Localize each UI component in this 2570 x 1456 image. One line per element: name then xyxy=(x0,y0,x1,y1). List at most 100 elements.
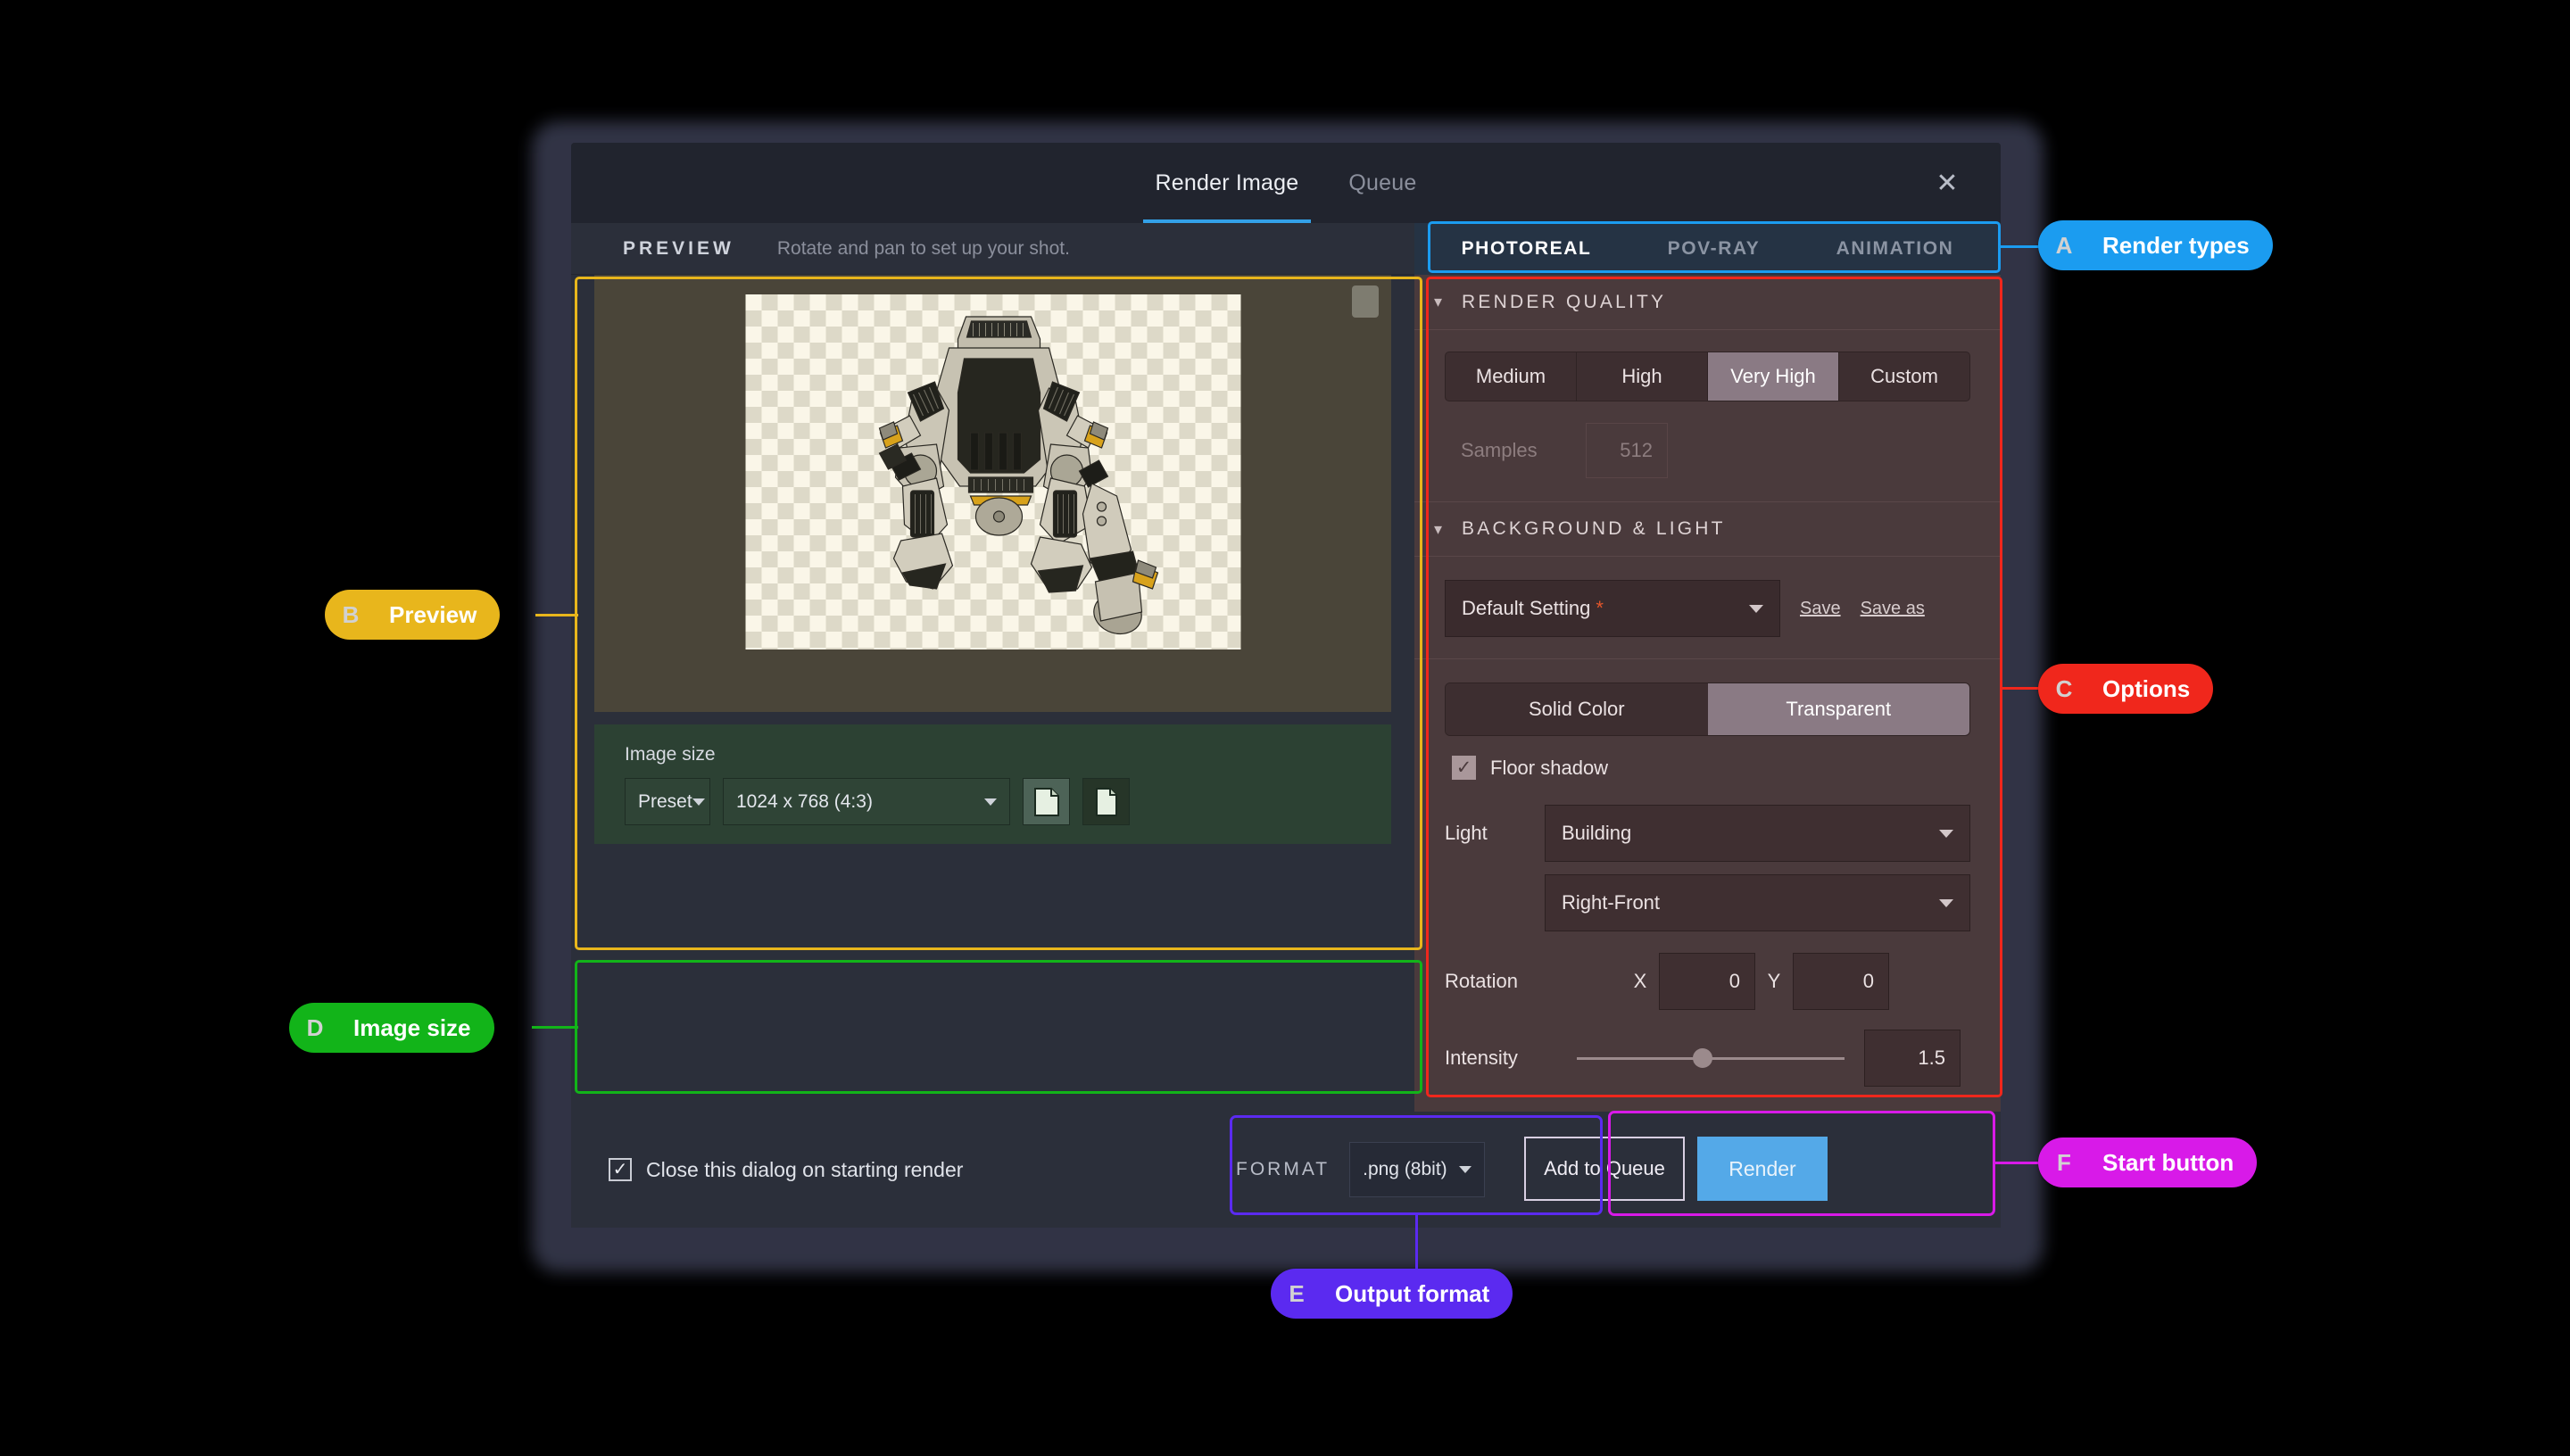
intensity-value: 1.5 xyxy=(1918,1046,1945,1069)
quality-option-very-high-label: Very High xyxy=(1730,365,1816,387)
quality-option-medium[interactable]: Medium xyxy=(1446,352,1577,401)
annotation-line-f xyxy=(1995,1162,2042,1164)
preset-row: Default Setting * Save Save as xyxy=(1445,580,1970,637)
dialog-titlebar: Render Image Queue ✕ xyxy=(571,143,2001,223)
render-button[interactable]: Render xyxy=(1697,1137,1828,1201)
annotation-key-a: A xyxy=(2055,231,2073,259)
background-light-header[interactable]: ▾ BACKGROUND & LIGHT xyxy=(1414,501,2001,557)
dialog-tab-strip: Render Image Queue xyxy=(1142,143,1422,223)
annotation-line-c xyxy=(2001,687,2042,690)
rotation-y-label: Y xyxy=(1767,970,1781,992)
save-link[interactable]: Save xyxy=(1800,599,1841,619)
samples-value: 512 xyxy=(1620,439,1653,461)
left-column: PREVIEW Rotate and pan to set up your sh… xyxy=(571,223,1414,1228)
save-as-link[interactable]: Save as xyxy=(1861,599,1925,619)
tab-animation-label: ANIMATION xyxy=(1836,238,1954,259)
checkbox-icon xyxy=(609,1158,632,1181)
landscape-icon[interactable] xyxy=(1023,778,1070,825)
floor-shadow-label: Floor shadow xyxy=(1490,756,1609,779)
render-image-dialog: Render Image Queue ✕ PREVIEW Rotate and … xyxy=(571,143,2001,1228)
slider-knob[interactable] xyxy=(1693,1048,1712,1068)
close-icon[interactable]: ✕ xyxy=(1928,163,1967,203)
tab-queue[interactable]: Queue xyxy=(1343,143,1422,223)
render-quality-body: Medium High Very High Custom Samples 512 xyxy=(1414,330,2001,501)
annotation-key-e: E xyxy=(1289,1279,1305,1307)
light-direction-select[interactable]: Right-Front xyxy=(1545,874,1970,931)
background-preset-value: Default Setting xyxy=(1462,597,1591,619)
render-quality-title: RENDER QUALITY xyxy=(1462,291,1667,312)
chevron-down-icon: ▾ xyxy=(1434,293,1443,310)
tab-photoreal[interactable]: PHOTOREAL xyxy=(1462,238,1592,260)
quality-option-high[interactable]: High xyxy=(1577,352,1708,401)
quality-option-medium-label: Medium xyxy=(1475,365,1546,387)
rotation-y-value: 0 xyxy=(1862,970,1874,992)
preview-label: PREVIEW xyxy=(623,237,734,259)
checkbox-icon xyxy=(1452,756,1476,780)
action-buttons-group: Add to Queue Render xyxy=(1524,1137,1828,1201)
light-label: Light xyxy=(1445,822,1488,844)
render-label: Render xyxy=(1729,1156,1796,1180)
rotation-y-input[interactable]: 0 xyxy=(1793,953,1889,1010)
annotation-label-b: Preview xyxy=(389,600,477,628)
tab-render-image-label: Render Image xyxy=(1155,170,1299,195)
annotation-label-c: Options xyxy=(2102,674,2191,702)
section-divider xyxy=(1414,658,2001,659)
samples-row: Samples 512 xyxy=(1445,423,1970,478)
annotation-pill-a: A Render types xyxy=(2038,220,2273,270)
chevron-down-icon xyxy=(1939,829,1953,838)
tab-pov-ray[interactable]: POV-RAY xyxy=(1668,238,1761,260)
image-size-label: Image size xyxy=(625,744,716,765)
tab-animation[interactable]: ANIMATION xyxy=(1836,238,1954,260)
options-panel: ▾ RENDER QUALITY Medium High Very High C… xyxy=(1414,275,2001,1171)
background-preset-select[interactable]: Default Setting * xyxy=(1445,580,1780,637)
quality-option-high-label: High xyxy=(1621,365,1662,387)
add-to-queue-label: Add to Queue xyxy=(1544,1157,1665,1179)
tab-render-image[interactable]: Render Image xyxy=(1142,143,1312,223)
annotation-line-a xyxy=(1999,245,2042,248)
render-quality-header[interactable]: ▾ RENDER QUALITY xyxy=(1414,275,2001,330)
light-direction-row: Right-Front xyxy=(1445,874,1970,931)
modified-marker: * xyxy=(1596,597,1604,619)
preview-viewport[interactable] xyxy=(594,275,1391,712)
chevron-down-icon xyxy=(692,798,705,806)
intensity-row: Intensity 1.5 xyxy=(1445,1030,1970,1087)
chevron-down-icon xyxy=(1749,604,1763,613)
tab-photoreal-label: PHOTOREAL xyxy=(1461,238,1592,259)
samples-label: Samples xyxy=(1461,439,1538,461)
rotation-x-input[interactable]: 0 xyxy=(1659,953,1755,1010)
format-select[interactable]: .png (8bit) xyxy=(1349,1142,1486,1197)
annotation-key-b: B xyxy=(342,600,360,628)
intensity-slider[interactable] xyxy=(1577,1047,1845,1069)
format-label: FORMAT xyxy=(1236,1159,1331,1179)
annotation-pill-b: B Preview xyxy=(325,590,501,640)
background-mode-transparent-label: Transparent xyxy=(1786,698,1892,720)
chevron-down-icon xyxy=(1939,898,1953,907)
background-mode-solid-color[interactable]: Solid Color xyxy=(1446,683,1708,735)
image-size-resolution-select[interactable]: 1024 x 768 (4:3) xyxy=(723,778,1010,825)
rotation-x-label: X xyxy=(1633,970,1647,992)
right-column: PHOTOREAL POV-RAY ANIMATION ▾ RENDER QUA… xyxy=(1414,223,2001,1228)
portrait-icon[interactable] xyxy=(1082,778,1130,825)
background-mode-transparent[interactable]: Transparent xyxy=(1707,683,1969,735)
annotation-key-d: D xyxy=(306,1013,324,1041)
add-to-queue-button[interactable]: Add to Queue xyxy=(1524,1137,1685,1201)
floor-shadow-checkbox[interactable]: Floor shadow xyxy=(1452,756,1970,780)
preview-area xyxy=(594,275,1391,712)
annotation-key-f: F xyxy=(2057,1148,2071,1176)
image-size-mode-select[interactable]: Preset xyxy=(625,778,710,825)
annotation-pill-d: D Image size xyxy=(289,1003,494,1053)
view-gizmo[interactable] xyxy=(1352,285,1379,318)
quality-option-custom[interactable]: Custom xyxy=(1839,352,1969,401)
image-size-resolution-value: 1024 x 768 (4:3) xyxy=(736,790,873,812)
intensity-input[interactable]: 1.5 xyxy=(1864,1030,1961,1087)
samples-input[interactable]: 512 xyxy=(1586,423,1668,478)
dialog-body: PREVIEW Rotate and pan to set up your sh… xyxy=(571,223,2001,1228)
light-direction-value: Right-Front xyxy=(1562,891,1661,914)
quality-option-very-high[interactable]: Very High xyxy=(1708,352,1839,401)
annotation-label-a: Render types xyxy=(2102,231,2250,259)
close-dialog-checkbox[interactable]: Close this dialog on starting render xyxy=(609,1158,963,1182)
annotation-pill-f: F Start button xyxy=(2038,1138,2258,1187)
background-mode-segmented: Solid Color Transparent xyxy=(1445,682,1970,736)
preview-header: PREVIEW Rotate and pan to set up your sh… xyxy=(571,223,1414,275)
light-type-select[interactable]: Building xyxy=(1545,805,1970,862)
